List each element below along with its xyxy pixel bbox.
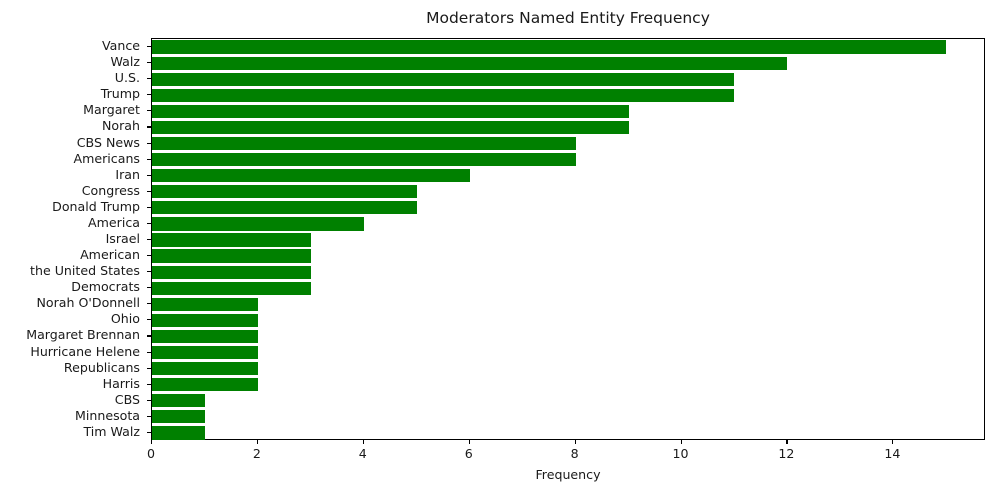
y-tick-label: Margaret [83,102,140,118]
bar [152,394,205,408]
x-tick-mark [574,440,576,445]
y-tick-label: Vance [101,38,140,54]
bar [152,40,947,54]
x-tick-label: 10 [672,446,689,461]
bar [152,136,576,151]
x-tick-label: 0 [146,446,156,461]
y-tick-label: American [80,247,140,263]
x-tick-label: 14 [884,446,901,461]
x-tick-mark [680,440,682,445]
x-tick-mark [362,440,364,445]
y-tick-label: Israel [105,231,140,246]
bar [152,345,258,360]
bar [152,185,417,199]
bars-layer [152,39,984,440]
x-tick-label: 12 [778,446,795,461]
bar [152,426,205,440]
bar [152,378,258,392]
bar [152,249,311,263]
y-tick-label: Donald Trump [52,198,140,214]
x-tick-mark [892,440,894,445]
y-tick-label: Margaret Brennan [26,327,140,343]
y-tick-label: America [88,214,140,230]
bar [152,297,258,311]
y-tick-label: CBS News [76,134,140,150]
bar [152,362,258,376]
bar [152,169,470,183]
y-tick-label: Walz [110,54,140,70]
plot-area [151,38,985,440]
y-tick-label: Congress [81,182,140,198]
x-axis: Frequency 0 2 4 6 8 10 12 14 [147,440,985,500]
bar [152,329,258,344]
bar [152,56,788,70]
y-tick-label: Republicans [63,359,140,375]
x-tick-mark [468,440,470,445]
y-tick-label: U.S. [114,70,140,86]
bar [152,313,258,327]
bar [152,88,735,102]
y-axis: Vance Walz U.S. Trump Margaret Norah CBS News A… [0,38,151,440]
y-tick-label: Harris [102,375,140,391]
y-tick-label: Trump [100,86,140,102]
y-tick-label: the United States [30,263,140,279]
bar [152,217,364,231]
y-tick-label: Democrats [71,279,140,295]
x-tick-label: 6 [464,446,473,461]
x-tick-mark [151,440,153,445]
chart-title: Moderators Named Entity Frequency [426,9,710,27]
y-tick-label: Norah O'Donnell [36,295,141,311]
bar [152,201,417,215]
x-axis-label: Frequency [535,467,601,482]
x-tick-label: 2 [252,446,261,461]
bar [152,265,311,279]
y-tick-label: Ohio [110,311,140,327]
bar [152,410,205,424]
y-tick-label: Tim Walz [83,423,140,439]
y-tick-label: Americans [73,150,141,166]
y-tick-label: Hurricane Helene [30,343,140,359]
y-tick-label: Minnesota [75,407,140,423]
y-tick-label: Iran [115,166,140,182]
x-tick-label: 8 [570,446,579,461]
bar [152,120,629,135]
bar [152,281,311,295]
x-tick-label: 4 [358,446,367,461]
bar [152,72,735,86]
chart-figure: Moderators Named Entity Frequency Vance W… [0,0,1000,500]
bar [152,153,576,167]
y-tick-label: CBS [114,391,140,407]
x-tick-mark [786,440,788,445]
bar [152,233,311,247]
y-tick-label: Norah [101,118,140,134]
x-tick-mark [256,440,258,445]
bar [152,104,629,118]
